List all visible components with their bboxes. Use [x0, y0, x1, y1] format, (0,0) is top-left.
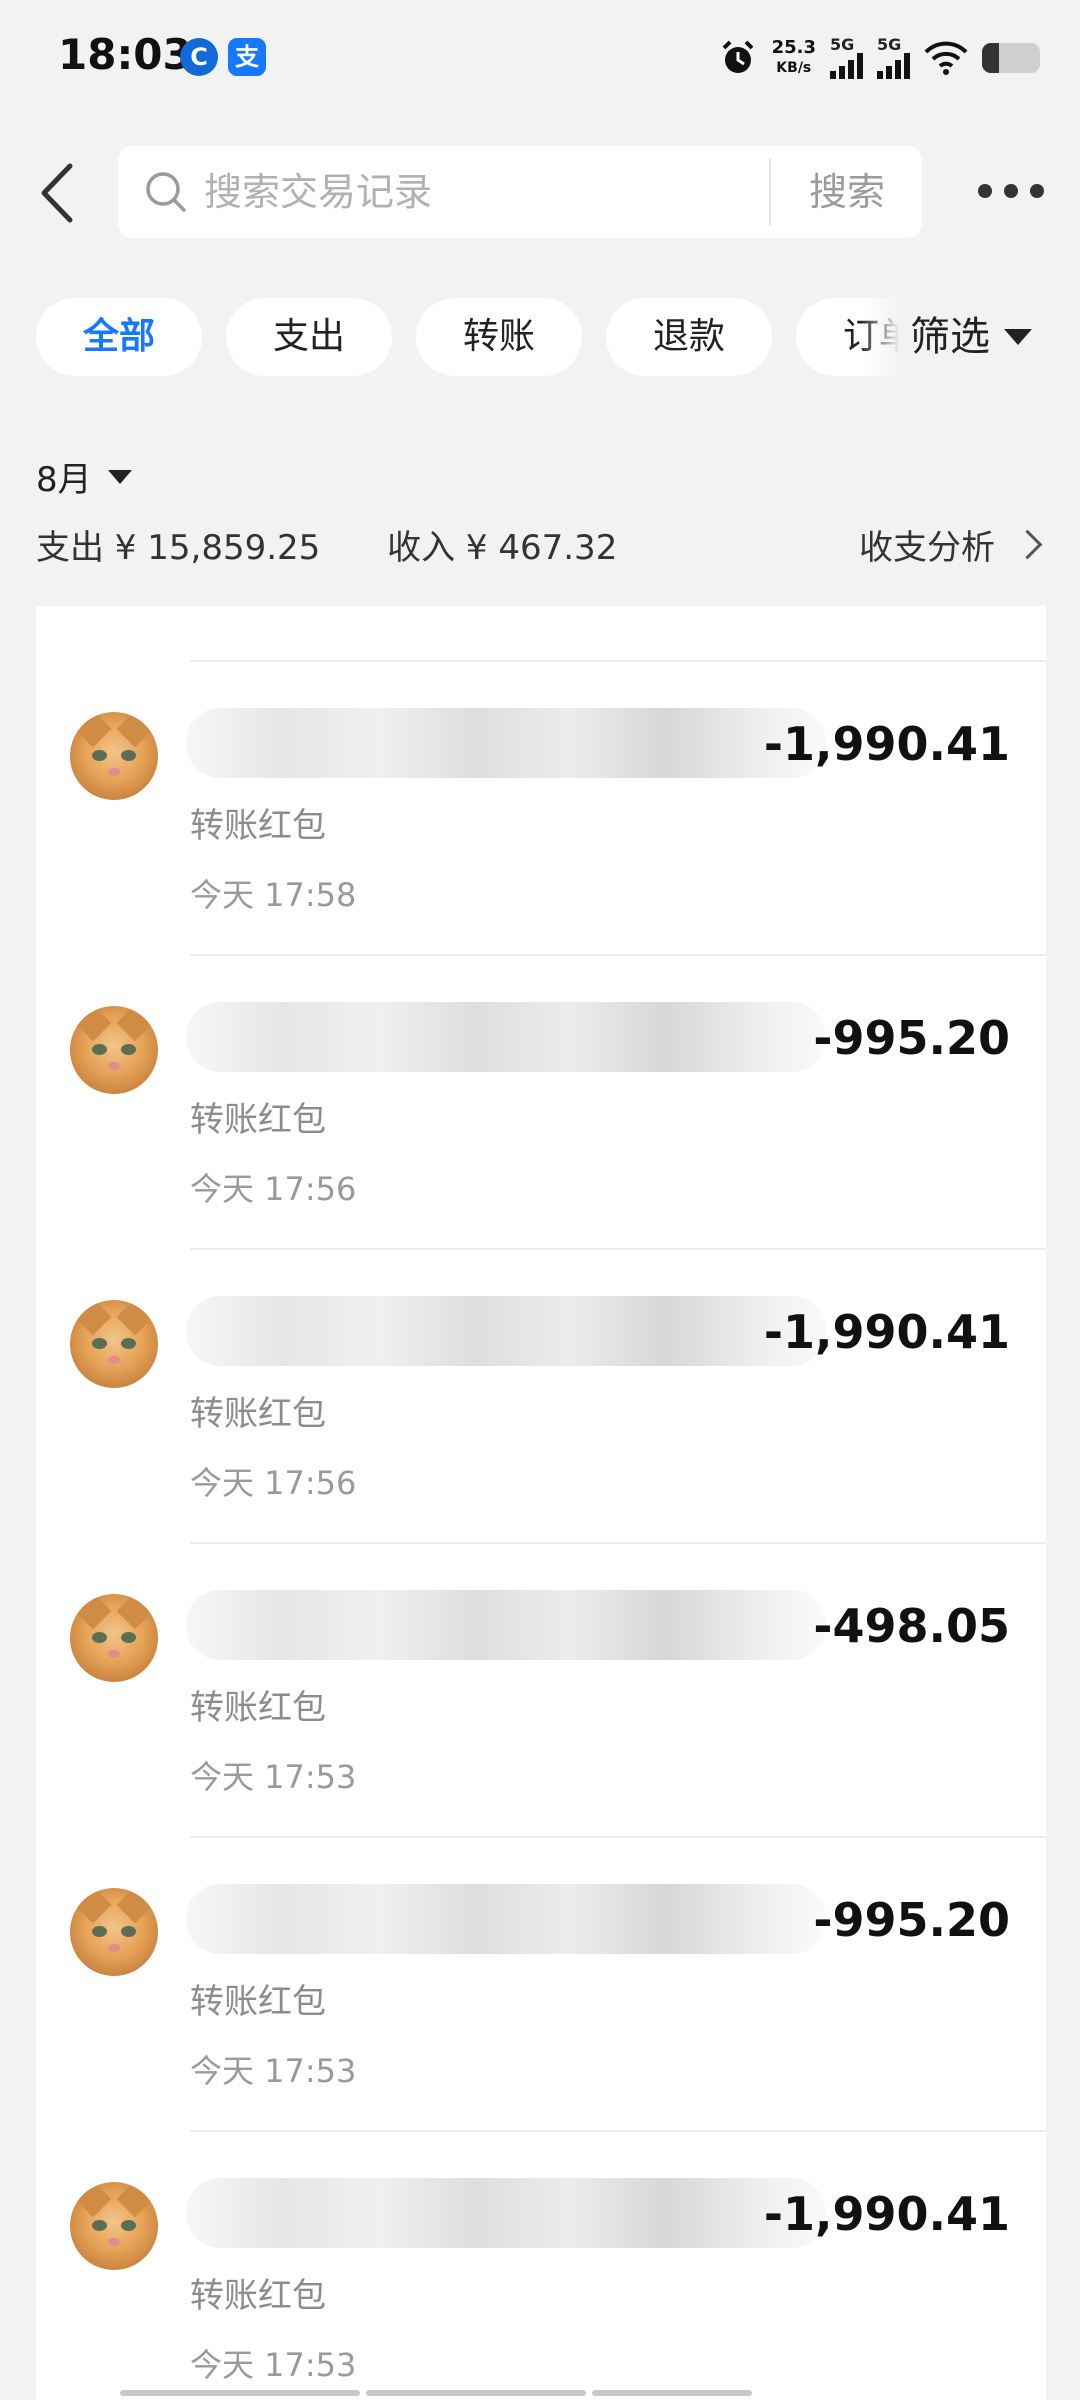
transaction-amount: -1,990.41	[763, 2187, 1010, 2241]
chip-transfer[interactable]: 转账	[416, 298, 582, 376]
transaction-row[interactable]: -995.20 转账红包今天 17:56	[36, 956, 1046, 1250]
redaction-blur	[186, 1884, 826, 1954]
search-box[interactable]: 搜索交易记录 搜索	[118, 146, 922, 238]
back-button[interactable]	[32, 160, 82, 226]
analysis-link[interactable]: 收支分析	[859, 520, 1043, 569]
avatar	[70, 1888, 158, 1976]
transaction-row[interactable]: 个人收款-1,990.41转账红包今天 17:58	[36, 662, 1046, 956]
dropdown-triangle-icon	[1004, 329, 1032, 345]
redaction-blur	[186, 1296, 826, 1366]
avatar	[70, 1300, 158, 1388]
more-dots-icon	[978, 184, 992, 198]
alipay-notification-icon: 支	[228, 38, 266, 76]
transaction-amount: -995.20	[813, 1893, 1010, 1947]
filter-label: 筛选	[910, 314, 990, 360]
income-total: 收入 ¥ 467.32	[387, 528, 618, 568]
signal-icon: 5G	[830, 37, 863, 79]
analysis-label: 收支分析	[859, 528, 995, 568]
transaction-row[interactable]: -1,990.41 转账红包今天 17:56	[36, 1250, 1046, 1544]
home-indicator	[120, 2390, 960, 2396]
chip-refund[interactable]: 退款	[606, 298, 772, 376]
wifi-icon	[924, 41, 968, 75]
transaction-amount: -1,990.41	[763, 717, 1010, 771]
transaction-category: 转账红包	[190, 1982, 326, 2022]
chip-expense[interactable]: 支出	[226, 298, 392, 376]
search-button[interactable]: 搜索	[772, 146, 922, 238]
transaction-time: 今天 17:53	[190, 2346, 357, 2384]
search-input[interactable]: 搜索交易记录	[204, 168, 432, 216]
network-speed: 25.3 KB/s	[771, 37, 816, 77]
transaction-category: 转账红包	[190, 1394, 326, 1434]
avatar	[70, 2182, 158, 2270]
filter-button[interactable]: 筛选	[910, 302, 1032, 372]
transaction-time: 今天 17:56	[190, 1464, 357, 1502]
status-time: 18:03	[58, 30, 192, 79]
transaction-time: 今天 17:58	[190, 876, 357, 914]
month-selector[interactable]: 8月	[36, 452, 132, 501]
transaction-amount: -1,990.41	[763, 1305, 1010, 1359]
signal-icon: 5G	[877, 37, 910, 79]
avatar	[70, 1006, 158, 1094]
transaction-time: 今天 17:53	[190, 1758, 357, 1796]
status-indicators: 25.3 KB/s 5G 5G	[718, 30, 1040, 86]
transaction-row[interactable]: 个-995.20转账红包今天 17:53	[36, 1838, 1046, 2132]
transaction-category: 转账红包	[190, 2276, 326, 2316]
redaction-blur	[186, 708, 826, 778]
status-bar: 18:03 C 支 25.3 KB/s 5G 5G	[0, 0, 1080, 110]
transaction-category: 转账红包	[190, 1688, 326, 1728]
transaction-row[interactable]: 个人收款…-1,990.41转账红包今天 17:53	[36, 2132, 1046, 2400]
transaction-time: 今天 17:53	[190, 2052, 357, 2090]
avatar	[70, 712, 158, 800]
transaction-category: 转账红包	[190, 806, 326, 846]
month-summary: 支出 ¥ 15,859.25 收入 ¥ 467.32	[36, 520, 673, 569]
more-options-button[interactable]	[978, 176, 1050, 206]
redaction-blur	[186, 1002, 826, 1072]
dropdown-triangle-icon	[107, 469, 132, 484]
chip-all[interactable]: 全部	[36, 298, 202, 376]
chevron-left-icon	[41, 163, 73, 223]
redaction-blur	[186, 1590, 826, 1660]
alarm-icon	[722, 40, 753, 73]
chevron-right-icon	[1012, 529, 1043, 560]
transaction-time: 今天 17:56	[190, 1170, 357, 1208]
transaction-category: 转账红包	[190, 1100, 326, 1140]
app-notification-icon: C	[180, 38, 218, 76]
expense-total: 支出 ¥ 15,859.25	[36, 528, 321, 568]
avatar	[70, 1594, 158, 1682]
transaction-amount: -995.20	[813, 1011, 1010, 1065]
search-icon	[146, 172, 186, 212]
transaction-row[interactable]: 个-498.05转账红包今天 17:53	[36, 1544, 1046, 1838]
month-label: 8月	[36, 460, 92, 500]
battery-icon	[982, 43, 1040, 73]
transaction-list: 个人收款-1,990.41转账红包今天 17:58-995.20转账红包今天 1…	[36, 606, 1046, 2400]
redaction-blur	[186, 2178, 826, 2248]
search-divider	[769, 158, 771, 226]
transaction-amount: -498.05	[813, 1599, 1010, 1653]
